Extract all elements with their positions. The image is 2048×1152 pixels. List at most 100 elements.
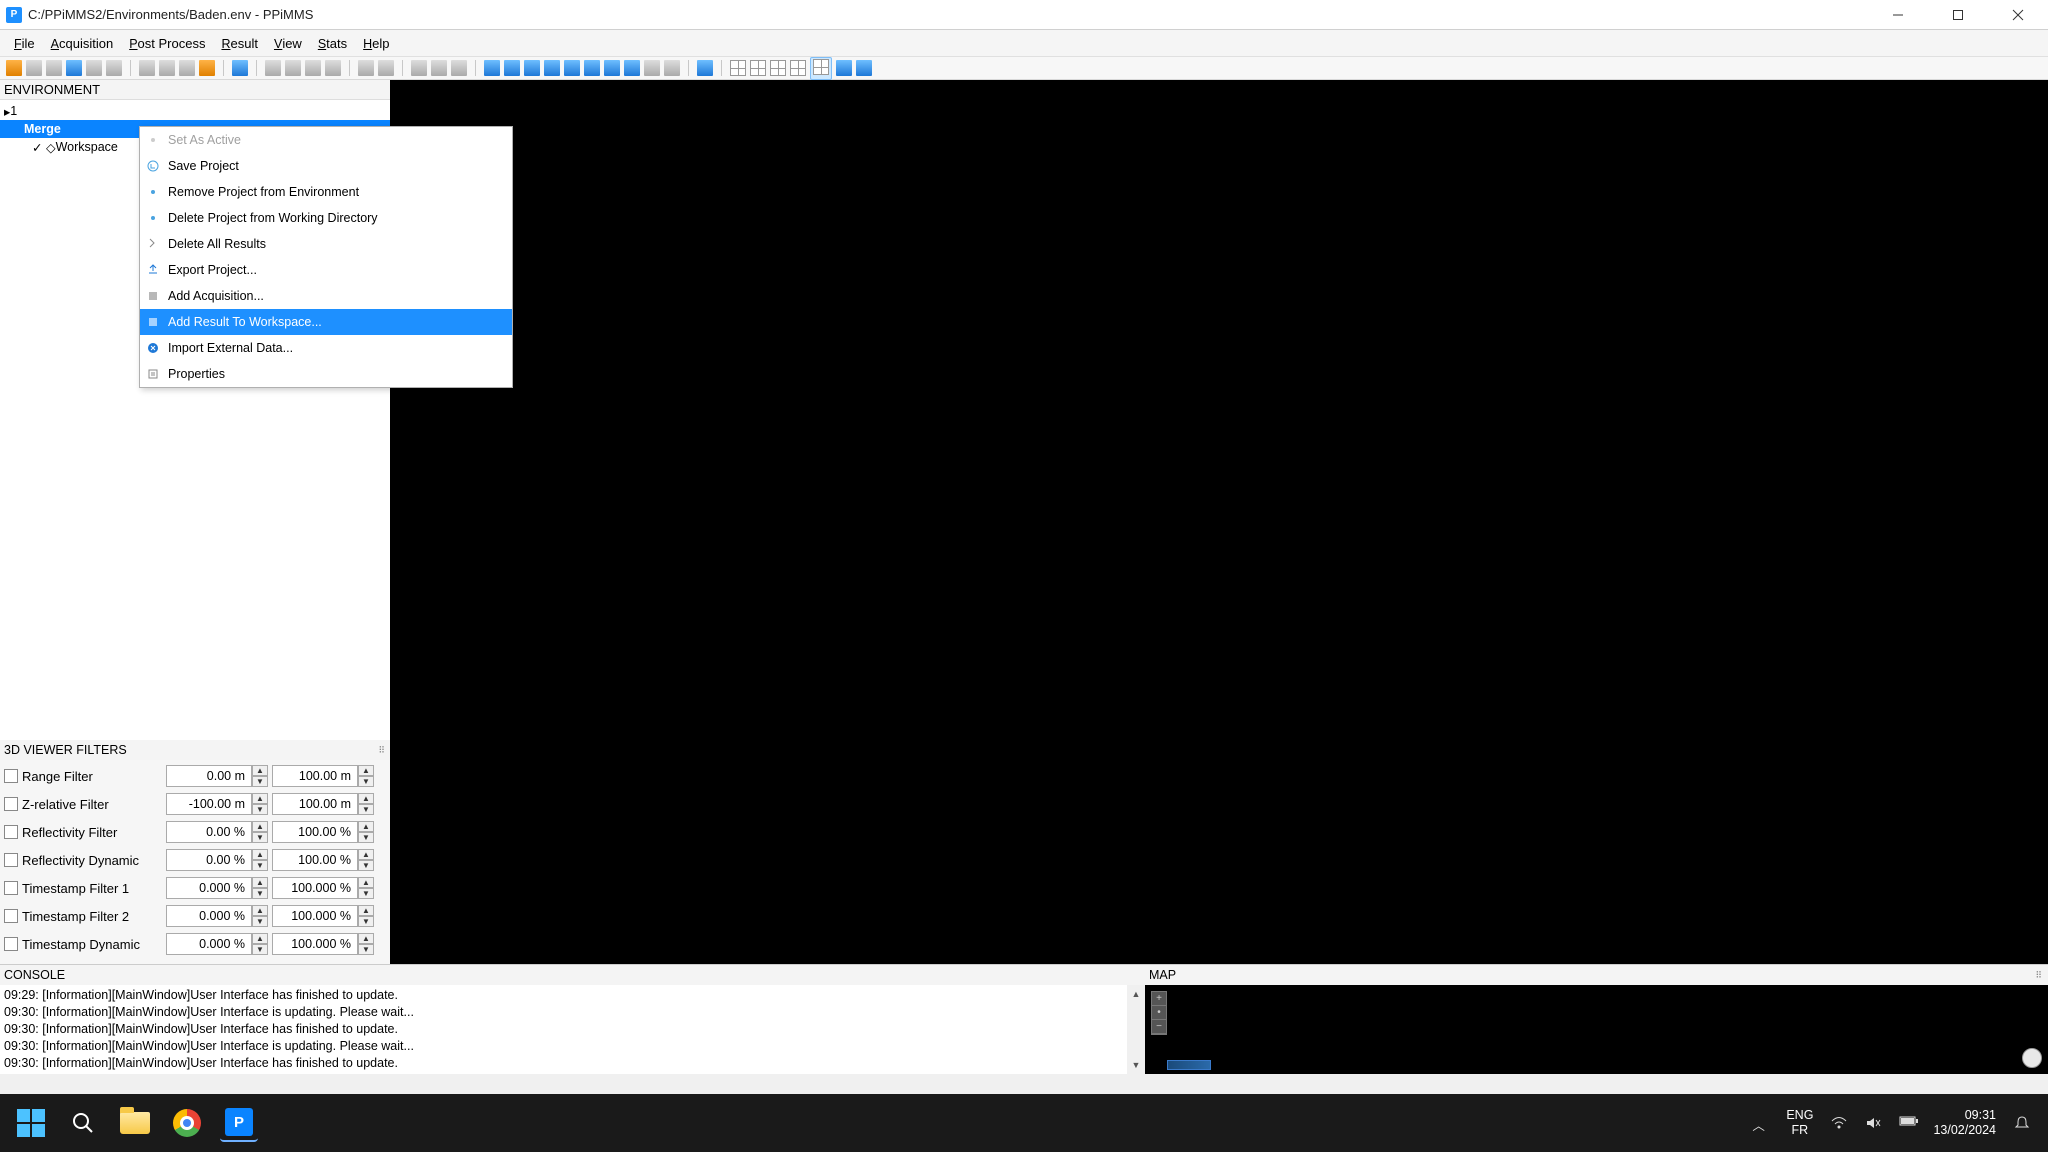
spin-down-button[interactable]: ▼ [252,832,268,843]
wifi-icon[interactable] [1831,1115,1847,1131]
filter-spinbox[interactable]: ▲▼ [166,793,268,815]
toolbar-icon[interactable] [856,60,872,76]
filter-spinbox[interactable]: ▲▼ [166,849,268,871]
toolbar-icon[interactable] [232,60,248,76]
clock[interactable]: 09:3113/02/2024 [1933,1108,1996,1138]
context-menu-item[interactable]: Export Project... [140,257,512,283]
tray-chevron-icon[interactable]: ︿ [1752,1115,1768,1131]
menu-view[interactable]: View [266,33,310,54]
spin-up-button[interactable]: ▲ [358,765,374,776]
spin-up-button[interactable]: ▲ [358,821,374,832]
toolbar-icon[interactable] [139,60,155,76]
toolbar-icon[interactable] [378,60,394,76]
context-menu-item[interactable]: Remove Project from Environment [140,179,512,205]
toolbar-icon[interactable] [524,60,540,76]
file-explorer-button[interactable] [116,1104,154,1142]
filter-value-input[interactable] [272,905,358,927]
filter-value-input[interactable] [166,877,252,899]
context-menu-item[interactable]: Add Acquisition... [140,283,512,309]
spin-down-button[interactable]: ▼ [358,888,374,899]
filter-checkbox[interactable] [4,909,18,923]
toolbar-icon[interactable] [584,60,600,76]
filter-value-input[interactable] [166,933,252,955]
filter-value-input[interactable] [272,821,358,843]
map-view[interactable]: +•− [1145,985,2048,1074]
spin-up-button[interactable]: ▲ [252,793,268,804]
filter-spinbox[interactable]: ▲▼ [272,849,374,871]
console-output[interactable]: 09:29: [Information][MainWindow]User Int… [0,985,1145,1074]
toolbar-icon[interactable] [106,60,122,76]
toolbar-icon[interactable] [544,60,560,76]
toolbar-icon[interactable] [26,60,42,76]
filter-spinbox[interactable]: ▲▼ [166,821,268,843]
toolbar-icon[interactable] [358,60,374,76]
toolbar-icon[interactable] [325,60,341,76]
filter-spinbox[interactable]: ▲▼ [272,821,374,843]
toolbar-icon[interactable] [644,60,660,76]
map-compass-icon[interactable] [2022,1048,2042,1068]
filter-checkbox[interactable] [4,769,18,783]
notifications-icon[interactable] [2014,1115,2030,1131]
toolbar-icon[interactable] [6,60,22,76]
filter-value-input[interactable] [166,905,252,927]
spin-up-button[interactable]: ▲ [358,933,374,944]
search-button[interactable] [64,1104,102,1142]
toolbar-icon[interactable] [504,60,520,76]
toolbar-icon[interactable] [46,60,62,76]
toolbar-icon[interactable] [159,60,175,76]
spin-down-button[interactable]: ▼ [252,860,268,871]
toolbar-icon[interactable] [836,60,852,76]
close-button[interactable] [1988,0,2048,29]
filter-value-input[interactable] [272,765,358,787]
filter-value-input[interactable] [272,793,358,815]
filter-value-input[interactable] [272,849,358,871]
filter-spinbox[interactable]: ▲▼ [272,793,374,815]
spin-down-button[interactable]: ▼ [358,832,374,843]
filter-spinbox[interactable]: ▲▼ [272,933,374,955]
toolbar-icon[interactable] [604,60,620,76]
toolbar-icon[interactable] [790,60,806,76]
menu-file[interactable]: File [6,33,43,54]
language-indicator[interactable]: ENGFR [1786,1108,1813,1138]
context-menu-item[interactable]: Delete Project from Working Directory [140,205,512,231]
filter-spinbox[interactable]: ▲▼ [166,765,268,787]
spin-up-button[interactable]: ▲ [252,849,268,860]
maximize-button[interactable] [1928,0,1988,29]
spin-up-button[interactable]: ▲ [358,877,374,888]
filter-value-input[interactable] [166,821,252,843]
toolbar-icon-active[interactable] [810,57,832,80]
menu-stats[interactable]: Stats [310,33,355,54]
filter-checkbox[interactable] [4,797,18,811]
toolbar-icon[interactable] [305,60,321,76]
context-menu-item[interactable]: Delete All Results [140,231,512,257]
spin-up-button[interactable]: ▲ [252,765,268,776]
ppimms-button[interactable]: P [220,1104,258,1142]
filter-spinbox[interactable]: ▲▼ [166,877,268,899]
toolbar-icon[interactable] [564,60,580,76]
toolbar-icon[interactable] [199,60,215,76]
filter-spinbox[interactable]: ▲▼ [272,765,374,787]
filter-value-input[interactable] [272,877,358,899]
3d-viewer[interactable] [390,80,2048,740]
toolbar-icon[interactable] [451,60,467,76]
volume-icon[interactable] [1865,1115,1881,1131]
spin-up-button[interactable]: ▲ [252,877,268,888]
toolbar-icon[interactable] [411,60,427,76]
map-zoom-controls[interactable]: +•− [1151,991,1167,1035]
spin-down-button[interactable]: ▼ [252,776,268,787]
filter-checkbox[interactable] [4,881,18,895]
menu-acquisition[interactable]: Acquisition [43,33,122,54]
filter-checkbox[interactable] [4,853,18,867]
filter-spinbox[interactable]: ▲▼ [272,877,374,899]
menu-post-process[interactable]: Post Process [121,33,213,54]
context-menu-item[interactable]: Import External Data... [140,335,512,361]
toolbar-icon[interactable] [265,60,281,76]
menu-result[interactable]: Result [213,33,266,54]
spin-down-button[interactable]: ▼ [358,804,374,815]
toolbar-icon[interactable] [664,60,680,76]
console-scrollbar[interactable]: ▲▼ [1127,985,1145,1074]
filter-spinbox[interactable]: ▲▼ [166,933,268,955]
toolbar-icon[interactable] [66,60,82,76]
spin-up-button[interactable]: ▲ [358,905,374,916]
spin-up-button[interactable]: ▲ [358,793,374,804]
